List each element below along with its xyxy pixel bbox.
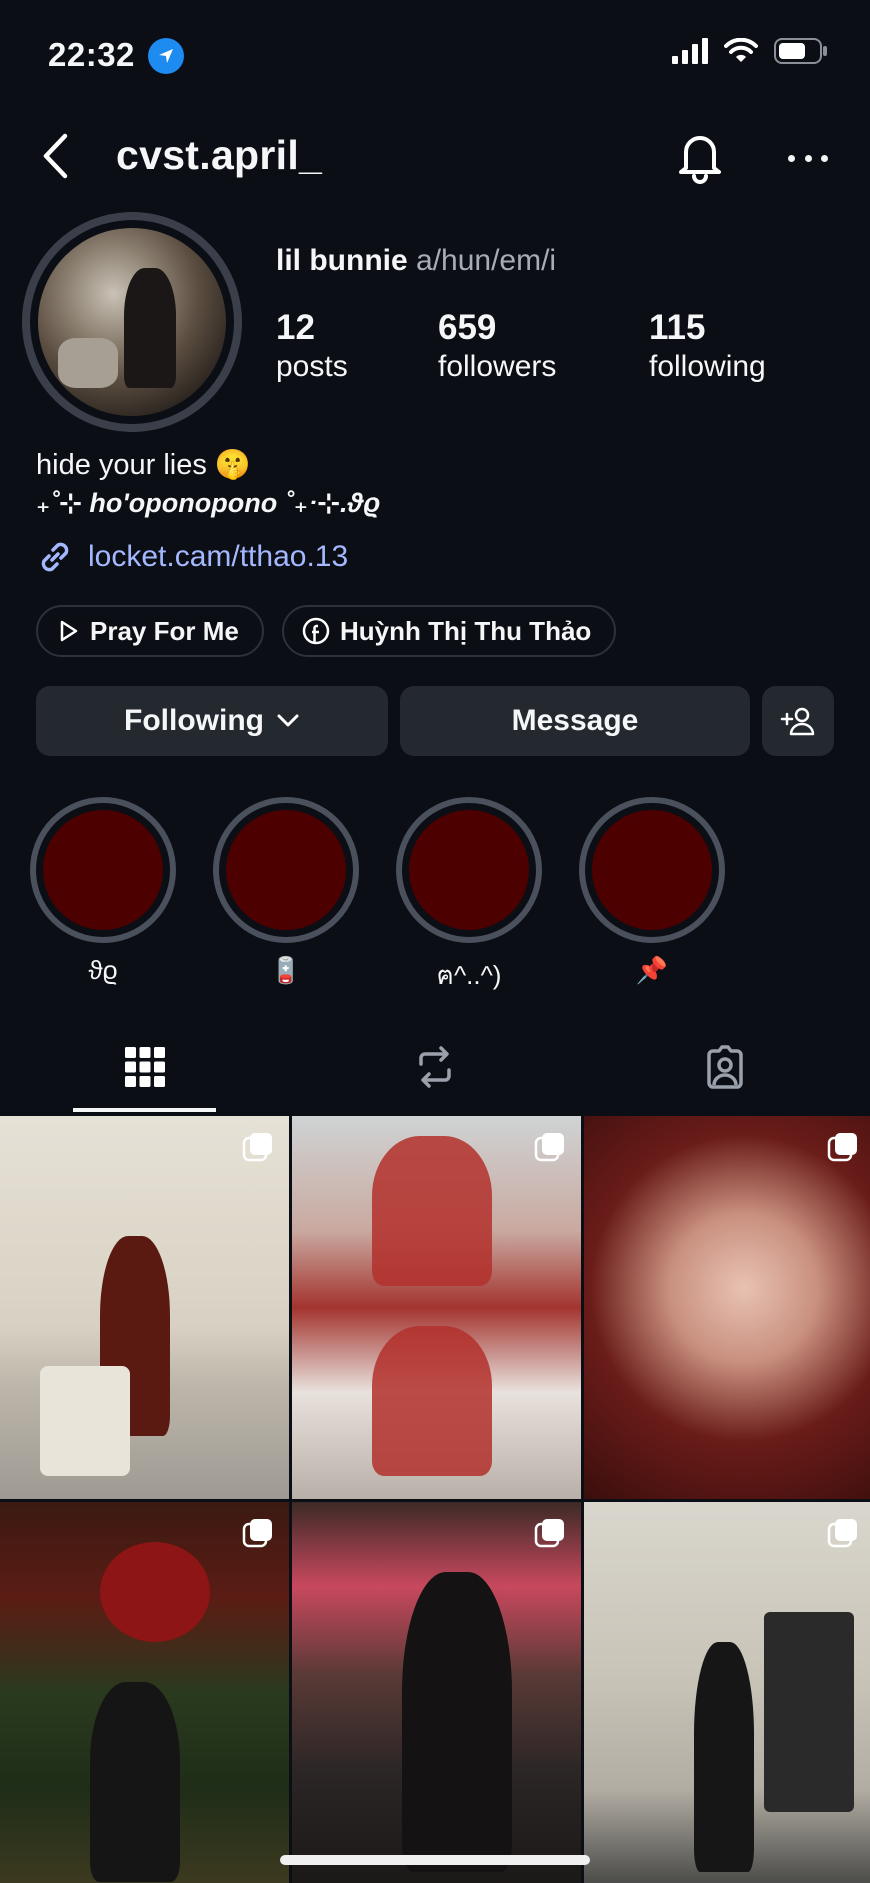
carousel-icon <box>827 1133 857 1162</box>
profile-tabs <box>0 1020 870 1114</box>
stat-following[interactable]: 115 following <box>649 308 766 384</box>
tab-tagged[interactable] <box>580 1020 870 1114</box>
active-tab-indicator <box>73 1108 216 1112</box>
highlight-cover <box>43 810 163 930</box>
home-indicator[interactable] <box>280 1855 590 1865</box>
add-user-icon <box>780 707 815 736</box>
grid-icon <box>125 1047 165 1087</box>
stat-following-label: following <box>649 350 766 383</box>
tab-posts-grid[interactable] <box>0 1020 290 1114</box>
more-dot-icon <box>804 154 812 162</box>
profile-avatar[interactable] <box>22 212 242 432</box>
highlight-label: ϑϱ <box>88 955 118 985</box>
carousel-icon <box>534 1133 564 1162</box>
stat-posts[interactable]: 12 posts <box>276 308 348 384</box>
avatar-photo <box>38 228 226 416</box>
post-thumbnail[interactable] <box>292 1116 581 1499</box>
facebook-icon <box>302 617 330 645</box>
play-icon <box>60 620 78 642</box>
post-thumbnail[interactable] <box>584 1502 870 1883</box>
highlight-cover <box>226 810 346 930</box>
carousel-icon <box>827 1519 857 1548</box>
highlight-label: 🪫 <box>269 955 303 985</box>
status-time: 22:32 <box>48 36 135 73</box>
message-button-label: Message <box>511 704 639 737</box>
signal-icon <box>672 38 708 64</box>
location-arrow-icon <box>148 38 184 74</box>
highlight-ring <box>30 797 176 943</box>
back-button[interactable] <box>40 128 90 184</box>
carousel-icon <box>242 1519 272 1548</box>
following-button[interactable]: Following <box>36 686 388 756</box>
profile-username: cvst.april_ <box>116 132 323 178</box>
stat-followers-label: followers <box>438 350 557 383</box>
post-thumbnail[interactable] <box>292 1502 581 1883</box>
stat-followers-value: 659 <box>438 308 497 347</box>
stat-posts-label: posts <box>276 350 348 383</box>
highlight-ring <box>396 797 542 943</box>
chip-label: Huỳnh Thị Thu Thảo <box>340 615 592 646</box>
following-button-label: Following <box>124 704 264 737</box>
notifications-button[interactable] <box>672 126 728 186</box>
link-icon <box>41 542 69 572</box>
pronouns: a/hun/em/i <box>416 244 557 277</box>
highlight-label: ฅ^..^) <box>436 960 502 990</box>
status-icons <box>672 38 828 64</box>
reels-repost-icon <box>419 1046 451 1088</box>
post-thumbnail[interactable] <box>0 1116 289 1499</box>
story-highlight[interactable]: ϑϱ <box>30 797 176 986</box>
profile-header: cvst.april_ <box>0 118 870 194</box>
message-button[interactable]: Message <box>400 686 750 756</box>
display-name-text: lil bunnie <box>276 244 408 277</box>
bio-line-1: hide your lies 🤫 <box>36 449 252 481</box>
bio-line-2: ₊˚⊹ ho'oponopono ˚₊‧⊹.ϑϱ <box>36 488 381 518</box>
carousel-icon <box>534 1519 564 1548</box>
display-name: lil bunnie a/hun/em/i <box>276 244 556 278</box>
carousel-icon <box>242 1133 272 1162</box>
profile-stats: 12 posts 659 followers 115 following <box>276 308 836 388</box>
chevron-left-icon <box>43 133 68 179</box>
highlight-ring <box>579 797 725 943</box>
stat-followers[interactable]: 659 followers <box>438 308 556 384</box>
stat-posts-value: 12 <box>276 308 315 347</box>
highlight-ring <box>213 797 359 943</box>
story-highlight[interactable]: ฅ^..^) <box>396 797 542 996</box>
highlight-cover <box>409 810 529 930</box>
post-grid <box>0 1116 870 1883</box>
tagged-icon <box>707 1045 743 1089</box>
wifi-icon <box>724 38 758 62</box>
chip-label: Pray For Me <box>90 615 239 646</box>
bell-icon <box>679 136 721 184</box>
tab-reposts[interactable] <box>290 1020 580 1114</box>
post-thumbnail[interactable] <box>0 1502 289 1883</box>
chip-facebook-profile[interactable]: Huỳnh Thị Thu Thảo <box>282 605 616 657</box>
more-dot-icon <box>788 154 795 162</box>
stat-following-value: 115 <box>649 308 706 347</box>
battery-icon <box>774 38 827 64</box>
more-dot-icon <box>821 154 828 162</box>
bio-link-text: locket.cam/tthao.13 <box>88 540 349 573</box>
story-highlight[interactable]: 📌 <box>579 797 725 986</box>
chevron-down-icon <box>277 714 299 727</box>
highlight-label: 📌 <box>635 955 669 985</box>
suggested-users-button[interactable] <box>762 686 834 756</box>
bio-link[interactable]: locket.cam/tthao.13 <box>36 538 348 576</box>
status-bar: 22:32 <box>0 0 870 110</box>
story-highlight[interactable]: 🪫 <box>213 797 359 986</box>
post-thumbnail[interactable] <box>584 1116 870 1499</box>
highlight-cover <box>592 810 712 930</box>
more-options-button[interactable] <box>778 138 838 178</box>
chip-pray-for-me[interactable]: Pray For Me <box>36 605 264 657</box>
